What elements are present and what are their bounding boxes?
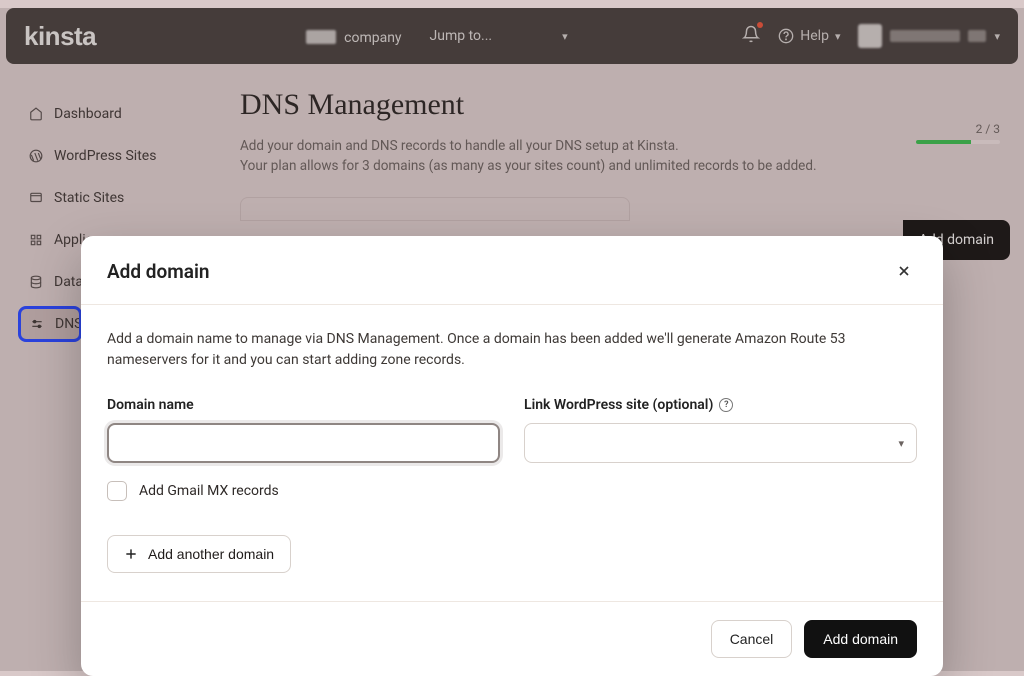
chevron-down-icon: ▾ [562, 30, 568, 43]
sidebar-item-dns[interactable]: DNS [18, 306, 82, 342]
chevron-down-icon: ▾ [835, 30, 841, 43]
page-description: Add your domain and DNS records to handl… [240, 136, 860, 177]
help-tooltip-icon[interactable]: ? [719, 398, 733, 412]
user-name-blurred-2 [968, 30, 986, 42]
page-title: DNS Management [240, 88, 1004, 122]
add-domain-modal: Add domain Add a domain name to manage v… [81, 236, 943, 676]
domain-progress: 2 / 3 [916, 122, 1000, 144]
gmail-mx-checkbox[interactable] [107, 481, 127, 501]
search-input-stub[interactable] [240, 197, 630, 221]
help-label: Help [800, 28, 829, 44]
plus-icon [124, 547, 138, 561]
help-menu[interactable]: Help ▾ [778, 28, 840, 44]
wordpress-icon [28, 148, 44, 164]
topbar: kinsta company Jump to... ▾ Help ▾ ▾ [6, 8, 1018, 64]
company-label: company [344, 30, 401, 46]
gmail-mx-label: Add Gmail MX records [139, 483, 279, 499]
notification-dot-icon [757, 22, 763, 28]
bell-icon [742, 25, 760, 43]
close-button[interactable] [891, 258, 917, 284]
progress-label: 2 / 3 [916, 122, 1000, 136]
jump-to-label: Jump to... [430, 28, 493, 44]
logo[interactable]: kinsta [24, 21, 96, 52]
sidebar-item-label: Static Sites [54, 190, 124, 206]
domain-name-input[interactable] [107, 423, 500, 463]
help-icon [778, 28, 794, 44]
sidebar-item-label: DNS [55, 316, 82, 332]
modal-title: Add domain [107, 260, 210, 283]
cancel-button[interactable]: Cancel [711, 620, 793, 658]
link-wp-select[interactable]: ▾ [524, 423, 917, 463]
add-domain-submit-button[interactable]: Add domain [804, 620, 917, 658]
sidebar-item-label: WordPress Sites [54, 148, 156, 164]
link-wp-label: Link WordPress site (optional) ? [524, 397, 917, 413]
home-icon [28, 106, 44, 122]
add-another-domain-button[interactable]: Add another domain [107, 535, 291, 573]
company-name-blurred [306, 30, 336, 44]
dns-icon [29, 316, 45, 332]
notifications-button[interactable] [742, 25, 760, 47]
jump-to-menu[interactable]: Jump to... ▾ [430, 28, 568, 44]
chevron-down-icon: ▾ [898, 437, 904, 450]
domain-name-label: Domain name [107, 397, 500, 413]
avatar [858, 24, 882, 48]
user-name-blurred [890, 30, 960, 42]
database-icon [28, 274, 44, 290]
add-another-label: Add another domain [148, 546, 274, 562]
user-menu[interactable]: ▾ [858, 24, 1000, 48]
static-sites-icon [28, 190, 44, 206]
chevron-down-icon: ▾ [994, 30, 1000, 43]
progress-bar [916, 140, 1000, 144]
sidebar-item-dashboard[interactable]: Dashboard [18, 96, 228, 132]
modal-description: Add a domain name to manage via DNS Mana… [107, 329, 917, 371]
sidebar-item-static-sites[interactable]: Static Sites [18, 180, 228, 216]
sidebar-item-label: Dashboard [54, 106, 122, 122]
applications-icon [28, 232, 44, 248]
progress-fill [916, 140, 971, 144]
close-icon [896, 263, 912, 279]
company-switcher[interactable]: company [306, 27, 401, 46]
sidebar-item-wordpress[interactable]: WordPress Sites [18, 138, 228, 174]
